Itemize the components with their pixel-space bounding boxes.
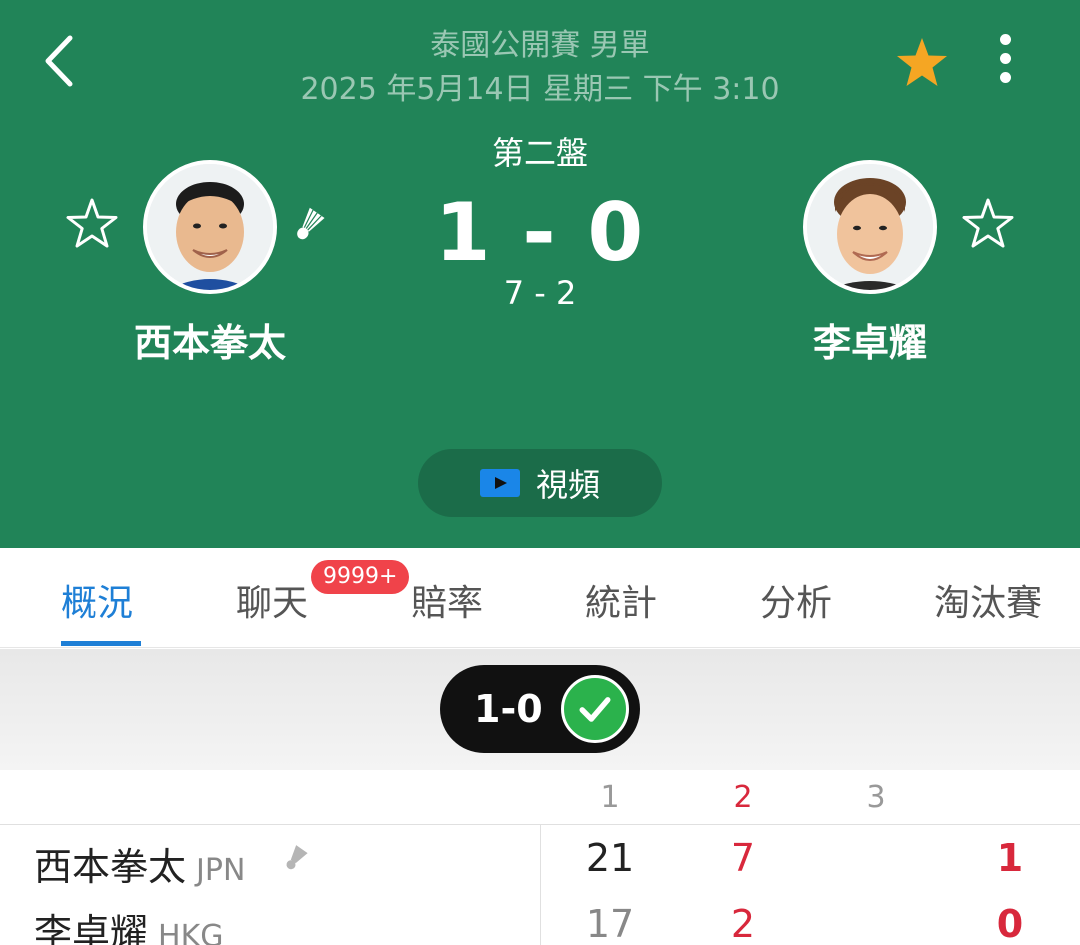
result-score: 1-0 (474, 687, 543, 731)
row-player-country: HKG (158, 919, 224, 945)
player-right-favorite-icon[interactable] (960, 196, 1016, 252)
video-button-label: 視頻 (535, 466, 600, 504)
set-header-1: 1 (600, 780, 620, 815)
row-player-name: 西本拳太 (34, 845, 187, 889)
score-set1: 21 (585, 836, 635, 880)
result-pill: 1-0 (440, 665, 640, 753)
tab-overview[interactable]: 概況 (61, 574, 133, 626)
tab-analysis[interactable]: 分析 (760, 574, 832, 626)
row-player-country: JPN (196, 853, 246, 888)
tab-odds[interactable]: 賠率 (411, 574, 483, 626)
favorite-star-icon[interactable] (894, 36, 950, 90)
set-header-2: 2 (733, 780, 753, 815)
more-menu-icon[interactable] (990, 34, 1020, 90)
tab-stats[interactable]: 統計 (585, 574, 657, 626)
table-row[interactable]: 西本拳太 JPN 21 7 1 (0, 834, 1080, 894)
video-button[interactable]: 視頻 (418, 449, 662, 517)
check-icon (561, 675, 629, 743)
set-header-3: 3 (866, 780, 886, 815)
player-right[interactable]: 李卓耀 (750, 160, 990, 367)
player-left-name: 西本拳太 (133, 321, 286, 365)
player-right-avatar (803, 160, 937, 294)
match-header: 泰國公開賽 男單 2025 年5月14日 星期三 下午 3:10 西本拳太 第二… (0, 0, 1080, 548)
chat-count-badge: 9999+ (311, 560, 410, 594)
score-table: 1 2 3 西本拳太 JPN 21 7 1 李卓耀 HKG 17 2 0 (0, 770, 1080, 945)
active-tab-indicator (61, 641, 141, 646)
score-total: 1 (996, 836, 1024, 880)
score-set1: 17 (585, 902, 635, 945)
video-play-icon (479, 469, 520, 497)
score-set2: 7 (730, 836, 756, 880)
table-row[interactable]: 李卓耀 HKG 17 2 0 (0, 898, 1080, 945)
score-set2: 2 (730, 902, 756, 945)
score-total: 0 (996, 902, 1024, 945)
tab-chat[interactable]: 聊天 (236, 574, 308, 626)
serve-shuttlecock-icon (286, 845, 308, 870)
player-right-name: 李卓耀 (812, 321, 927, 365)
row-player-name: 李卓耀 (34, 911, 149, 945)
tab-knockout[interactable]: 淘汰賽 (934, 574, 1042, 626)
tab-bar: 概況 聊天 賠率 統計 分析 淘汰賽 (0, 548, 1080, 648)
